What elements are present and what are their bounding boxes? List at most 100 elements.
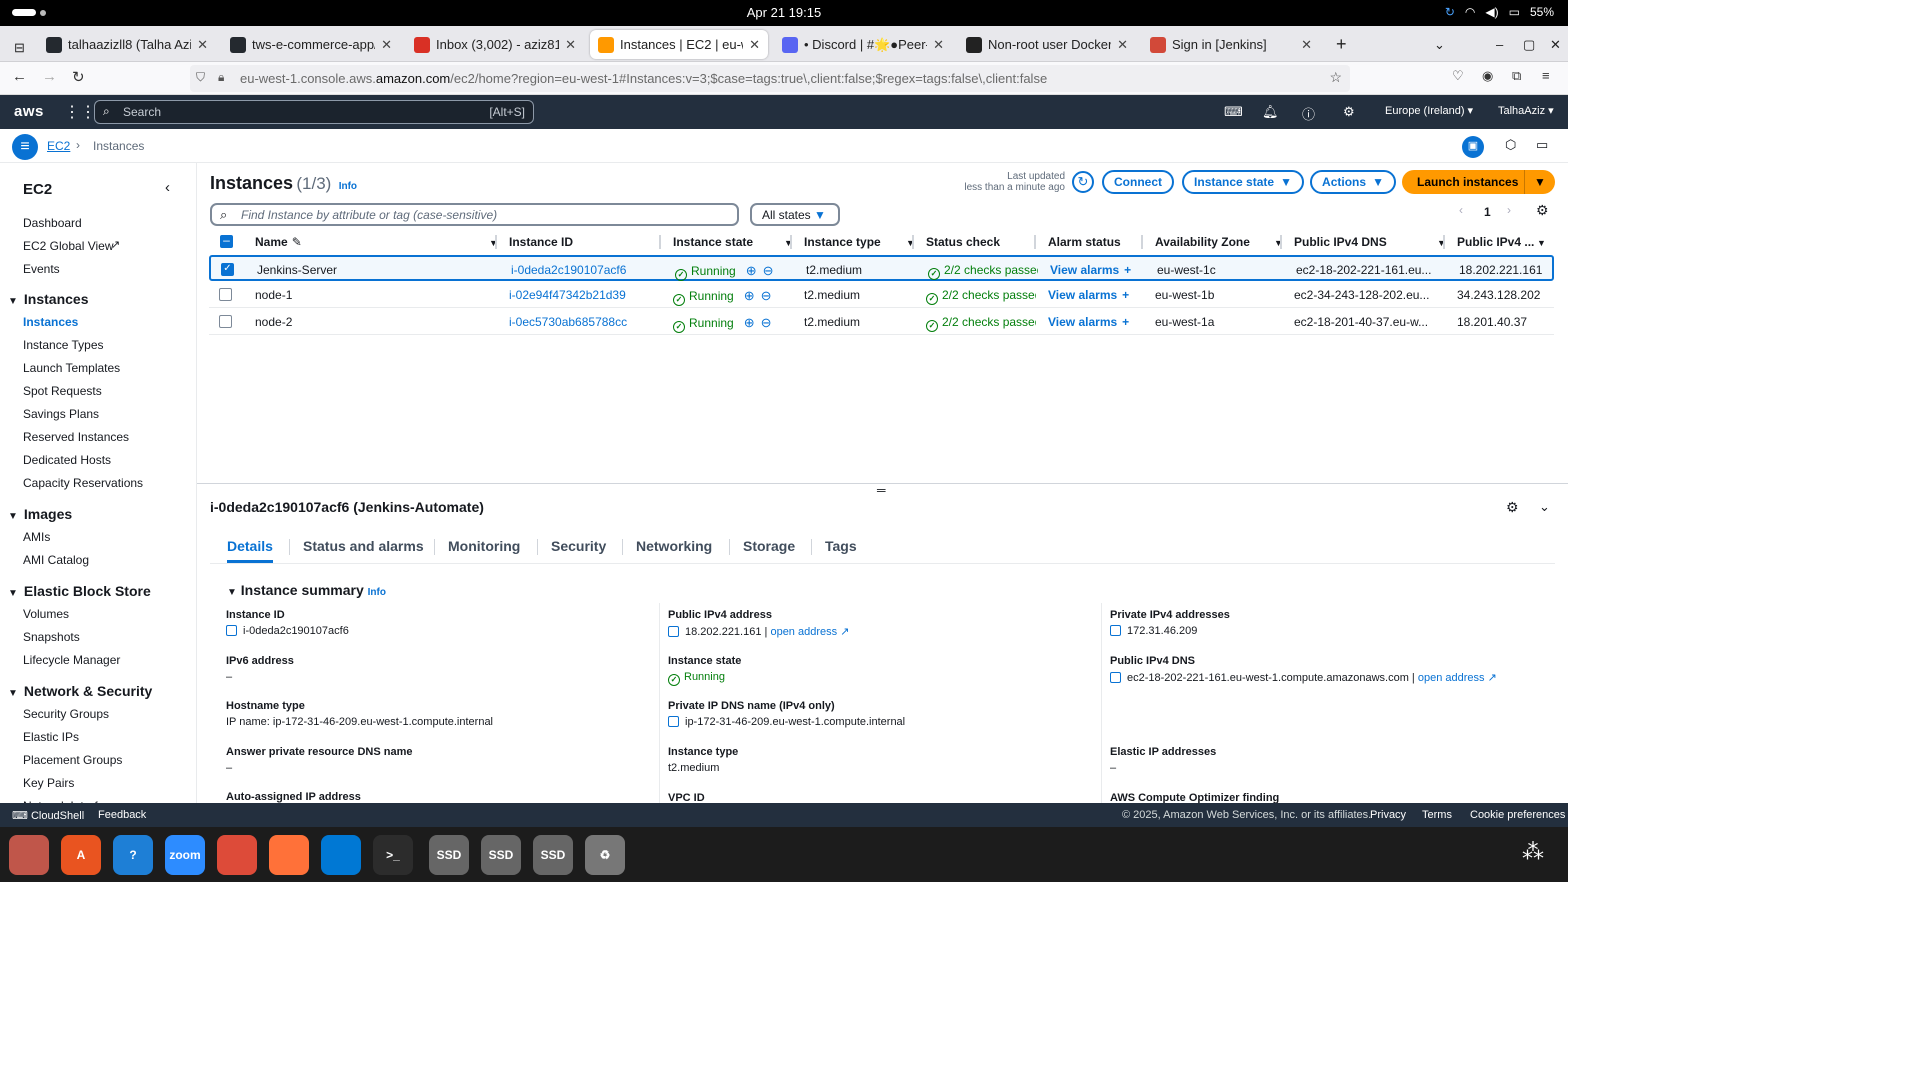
column-divider[interactable]: [912, 235, 914, 249]
details-tab[interactable]: Security: [551, 538, 606, 554]
open-dns-link[interactable]: open address: [1418, 672, 1485, 684]
column-divider[interactable]: [659, 235, 661, 249]
privacy-link[interactable]: Privacy: [1370, 809, 1406, 821]
terms-link[interactable]: Terms: [1422, 809, 1452, 821]
close-tab-icon[interactable]: ✕: [933, 37, 944, 53]
column-divider[interactable]: [1280, 235, 1282, 249]
split-panel-icon[interactable]: ▣: [1462, 136, 1484, 158]
sidebar-item[interactable]: Key Pairs: [23, 776, 74, 790]
help-icon[interactable]: ⓘ: [1302, 104, 1315, 123]
firefox-icon[interactable]: [269, 835, 309, 875]
column-divider[interactable]: [790, 235, 792, 249]
info-link[interactable]: Info: [339, 181, 357, 192]
copy-icon[interactable]: [1110, 672, 1121, 683]
add-alarm-icon[interactable]: +: [1124, 263, 1131, 277]
table-row[interactable]: node-1 i-02e94f47342b21d39 ✓ Running ⊕ ⊖ t2.me…: [209, 282, 1554, 308]
region-selector[interactable]: Europe (Ireland) ▾: [1385, 104, 1473, 117]
zoom-in-icon[interactable]: ⊕: [744, 288, 755, 303]
column-header[interactable]: Instance state: [673, 235, 753, 249]
zoom-out-icon[interactable]: ⊖: [763, 263, 774, 278]
view-alarms-link[interactable]: View alarms +: [1048, 288, 1148, 302]
tools-icon[interactable]: ⬡: [1505, 137, 1516, 153]
app-center-icon[interactable]: A: [61, 835, 101, 875]
page-number[interactable]: 1: [1484, 205, 1491, 219]
connect-button[interactable]: Connect: [1102, 170, 1174, 194]
row-checkbox[interactable]: [219, 288, 232, 301]
files-icon[interactable]: [9, 835, 49, 875]
sidebar-item[interactable]: Launch Templates: [23, 361, 120, 375]
sidebar-item[interactable]: AMI Catalog: [23, 553, 89, 567]
preferences-gear-icon[interactable]: ⚙: [1536, 202, 1549, 219]
sidebar-item[interactable]: Instance Types: [23, 338, 104, 352]
sidebar-item[interactable]: Capacity Reservations: [23, 476, 143, 490]
instance-id-link[interactable]: i-0ec5730ab685788cc: [509, 315, 659, 329]
browser-tab[interactable]: talhaazizll8 (Talha Aziz) ✕: [38, 30, 216, 59]
column-divider[interactable]: [495, 235, 497, 249]
extensions-icon[interactable]: ⧉: [1512, 68, 1521, 84]
add-alarm-icon[interactable]: +: [1122, 288, 1129, 302]
new-tab-button[interactable]: +: [1328, 30, 1352, 59]
copy-icon[interactable]: [1110, 625, 1121, 636]
browser-tab[interactable]: Sign in [Jenkins] ✕: [1142, 30, 1320, 59]
sidebar-item[interactable]: Events: [23, 262, 60, 276]
drive-icon[interactable]: SSD: [481, 835, 521, 875]
browser-tab[interactable]: tws-e-commerce-app/terr ✕: [222, 30, 400, 59]
row-checkbox[interactable]: ✓: [221, 263, 234, 276]
column-divider[interactable]: [1034, 235, 1036, 249]
global-search-input[interactable]: ⌕ Search [Alt+S]: [94, 100, 534, 124]
copy-icon[interactable]: [668, 626, 679, 637]
column-header[interactable]: Name ✎: [255, 235, 302, 249]
side-nav-toggle-icon[interactable]: ≡: [12, 134, 38, 160]
collapse-sidebar-icon[interactable]: ‹: [165, 179, 170, 196]
sidebar-item[interactable]: Placement Groups: [23, 753, 122, 767]
bookmark-star-icon[interactable]: ☆: [1329, 69, 1342, 86]
details-tab[interactable]: Networking: [636, 538, 712, 554]
drag-handle-icon[interactable]: ═: [877, 483, 886, 497]
column-divider[interactable]: [1443, 235, 1445, 249]
close-tab-icon[interactable]: ✕: [381, 37, 392, 53]
details-tab[interactable]: Storage: [743, 538, 795, 554]
cloudshell-icon[interactable]: ⌨: [1224, 104, 1243, 120]
sort-caret-icon[interactable]: ▼: [1537, 238, 1546, 248]
zoom-out-icon[interactable]: ⊖: [761, 315, 772, 330]
close-tab-icon[interactable]: ✕: [1117, 37, 1128, 53]
zoom-in-icon[interactable]: ⊕: [746, 263, 757, 278]
sidebar-section[interactable]: ▼ Instances: [8, 291, 89, 307]
close-tab-icon[interactable]: ✕: [197, 37, 208, 53]
breadcrumb-ec2[interactable]: EC2: [47, 139, 70, 153]
browser-tab[interactable]: Inbox (3,002) - aziz81812@ ✕: [406, 30, 584, 59]
external-link-icon[interactable]: ↗: [840, 626, 849, 638]
instance-state-button[interactable]: Instance state ▼: [1182, 170, 1304, 194]
drive-icon[interactable]: SSD: [429, 835, 469, 875]
column-header[interactable]: Public IPv4 ...: [1457, 235, 1534, 249]
sidebar-item[interactable]: AMIs: [23, 530, 50, 544]
sidebar-item[interactable]: Dashboard: [23, 216, 82, 230]
view-alarms-link[interactable]: View alarms +: [1050, 263, 1150, 277]
copy-icon[interactable]: [226, 625, 237, 636]
panel-settings-gear-icon[interactable]: ⚙: [1506, 499, 1519, 516]
drive-icon[interactable]: SSD: [533, 835, 573, 875]
instance-id-link[interactable]: i-02e94f47342b21d39: [509, 288, 659, 302]
account-icon[interactable]: ◉: [1482, 68, 1493, 84]
help-icon[interactable]: ?: [113, 835, 153, 875]
trash-icon[interactable]: ♻: [585, 835, 625, 875]
cloudshell-button[interactable]: ⌨ CloudShell: [12, 809, 84, 822]
zoom-in-icon[interactable]: ⊕: [744, 315, 755, 330]
system-tray[interactable]: ↻ ◠ ◀) ▭ 55%: [1445, 5, 1554, 19]
tab-list-icon[interactable]: ⊟: [6, 33, 32, 62]
open-address-link[interactable]: open address: [770, 626, 837, 638]
next-page-icon[interactable]: ›: [1507, 203, 1511, 217]
summary-info-link[interactable]: Info: [368, 587, 386, 598]
notifications-bell-icon[interactable]: 🔔︎: [1262, 104, 1279, 120]
display-icon[interactable]: ▭: [1536, 137, 1548, 153]
back-icon[interactable]: ←: [12, 68, 27, 85]
aws-logo[interactable]: aws: [14, 103, 44, 120]
show-apps-icon[interactable]: ⁂: [1522, 839, 1554, 871]
browser-tab[interactable]: Non-root user Dockerfile ✕: [958, 30, 1136, 59]
details-tab[interactable]: Tags: [825, 538, 857, 554]
pocket-icon[interactable]: ♡: [1452, 68, 1464, 84]
shield-icon[interactable]: ⛉: [196, 70, 205, 85]
prev-page-icon[interactable]: ‹: [1459, 203, 1463, 217]
sidebar-item[interactable]: Security Groups: [23, 707, 109, 721]
lock-icon[interactable]: 🔒︎: [218, 70, 224, 85]
